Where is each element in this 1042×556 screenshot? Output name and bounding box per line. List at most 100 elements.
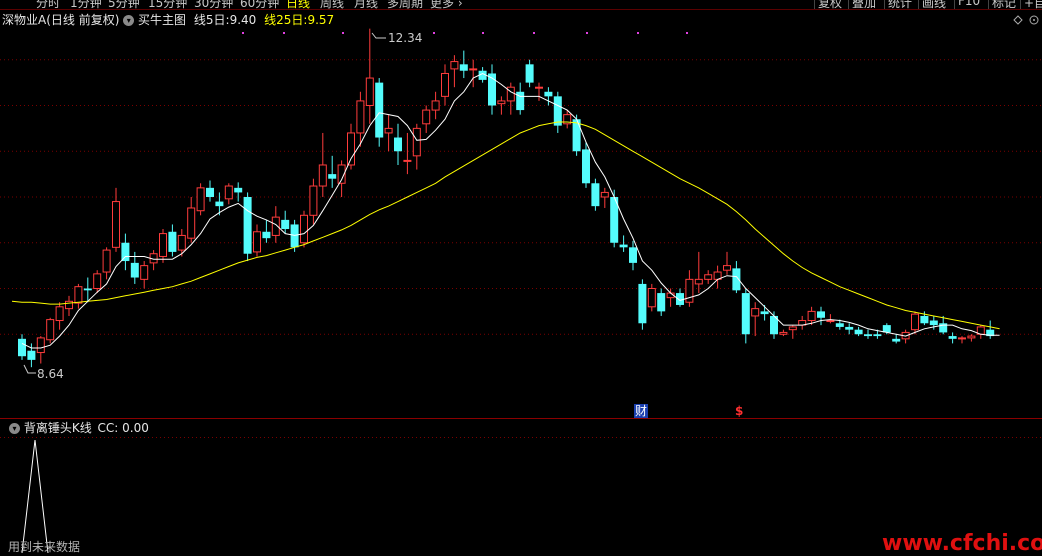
candle[interactable] <box>253 224 261 257</box>
candle[interactable] <box>234 182 243 202</box>
candle[interactable] <box>140 261 149 289</box>
candle[interactable] <box>206 180 214 202</box>
candle[interactable] <box>159 229 167 263</box>
candle[interactable] <box>657 288 666 316</box>
candle[interactable] <box>798 315 807 330</box>
candle[interactable] <box>18 334 26 360</box>
candles[interactable] <box>18 28 995 368</box>
candle[interactable] <box>102 247 111 280</box>
candle[interactable] <box>224 183 233 205</box>
sub-indicator-name[interactable]: 背离锤头K线 <box>24 421 92 435</box>
candle[interactable] <box>948 332 957 344</box>
candle[interactable] <box>685 270 694 307</box>
period-tab-2[interactable]: 5分钟 <box>108 0 140 9</box>
candle[interactable] <box>149 250 158 271</box>
candle[interactable] <box>318 132 327 197</box>
candle[interactable] <box>243 192 252 262</box>
candle[interactable] <box>741 288 750 344</box>
candle[interactable] <box>46 317 55 344</box>
candle[interactable] <box>196 183 205 216</box>
toolbar-button-0[interactable]: 复权 <box>818 0 842 9</box>
period-tab-9[interactable]: 多周期 <box>387 0 423 9</box>
candle[interactable] <box>967 334 976 342</box>
candle[interactable] <box>817 306 825 326</box>
candle[interactable] <box>412 123 421 170</box>
period-tab-0[interactable]: 分时 <box>36 0 60 9</box>
candle[interactable] <box>168 224 177 257</box>
candle[interactable] <box>911 311 919 335</box>
candle[interactable] <box>121 233 130 271</box>
candle[interactable] <box>986 320 995 339</box>
chevron-down-icon[interactable]: ▾ <box>9 423 20 434</box>
candle[interactable] <box>112 187 120 252</box>
period-tab-7[interactable]: 周线 <box>320 0 344 9</box>
candle[interactable] <box>74 283 83 309</box>
toolbar-button-2[interactable]: 统计 <box>888 0 912 9</box>
candle[interactable] <box>845 323 854 335</box>
candle[interactable] <box>788 325 797 339</box>
candle[interactable] <box>309 178 318 225</box>
indicator-name[interactable]: 买牛主图 <box>138 13 186 27</box>
stock-title[interactable]: 深物业A(日线 前复权) <box>2 13 119 27</box>
candle[interactable] <box>647 283 656 312</box>
candle[interactable] <box>459 50 468 79</box>
candle[interactable] <box>441 64 449 106</box>
candle[interactable] <box>187 197 196 243</box>
candle[interactable] <box>535 82 543 101</box>
candle[interactable] <box>422 105 431 133</box>
period-tab-3[interactable]: 15分钟 <box>148 0 187 9</box>
candle[interactable] <box>619 235 628 252</box>
candle[interactable] <box>347 123 355 170</box>
candle[interactable] <box>365 28 374 124</box>
toolbar-button-1[interactable]: 叠加 <box>852 0 876 9</box>
period-tab-4[interactable]: 30分钟 <box>194 0 233 9</box>
candle[interactable] <box>572 114 581 156</box>
candle[interactable] <box>666 288 675 307</box>
candle[interactable] <box>469 59 478 88</box>
candle[interactable] <box>723 251 731 275</box>
candle[interactable] <box>215 192 224 216</box>
candle[interactable] <box>384 114 393 152</box>
candle[interactable] <box>553 91 562 133</box>
period-tab-10[interactable]: 更多 › <box>430 0 463 9</box>
candle[interactable] <box>694 251 703 294</box>
candle[interactable] <box>328 155 337 188</box>
candle[interactable] <box>36 336 45 364</box>
candle[interactable] <box>65 295 73 316</box>
dividend-event-marker[interactable]: $ <box>735 404 743 418</box>
candle[interactable] <box>506 82 515 115</box>
candle[interactable] <box>713 265 722 289</box>
candle[interactable] <box>591 178 600 211</box>
candle[interactable] <box>525 59 534 88</box>
candle[interactable] <box>262 219 271 243</box>
candle[interactable] <box>488 64 496 115</box>
candle[interactable] <box>497 96 506 115</box>
period-tab-5[interactable]: 60分钟 <box>240 0 279 9</box>
toolbar-button-3[interactable]: 画线 <box>922 0 946 9</box>
candle[interactable] <box>516 82 525 115</box>
chevron-down-icon[interactable]: ▾ <box>123 15 135 26</box>
finance-event-marker[interactable]: 财 <box>634 404 649 418</box>
candle[interactable] <box>403 132 412 175</box>
candle[interactable] <box>394 123 402 165</box>
candle[interactable] <box>55 302 64 330</box>
candle[interactable] <box>854 326 863 337</box>
period-tab-1[interactable]: 1分钟 <box>70 0 102 9</box>
candle[interactable] <box>864 329 872 339</box>
candle[interactable] <box>892 334 901 344</box>
candle[interactable] <box>958 336 966 344</box>
candle[interactable] <box>826 314 835 324</box>
candle[interactable] <box>177 229 186 257</box>
candle[interactable] <box>300 210 308 248</box>
candle[interactable] <box>704 270 713 284</box>
candle[interactable] <box>281 210 290 234</box>
kline-chart[interactable] <box>0 0 1042 553</box>
toolbar-button-4[interactable]: F10 <box>958 0 980 8</box>
period-tab-6[interactable]: 日线 <box>286 0 310 9</box>
candle[interactable] <box>779 329 788 337</box>
candle[interactable] <box>431 91 440 120</box>
candle[interactable] <box>600 187 609 208</box>
candle[interactable] <box>638 279 647 330</box>
period-tab-8[interactable]: 月线 <box>354 0 378 9</box>
candle[interactable] <box>751 302 760 337</box>
